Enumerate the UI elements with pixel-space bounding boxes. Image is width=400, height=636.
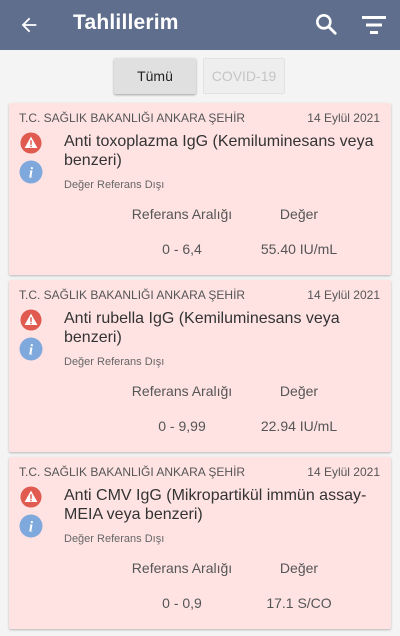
range-header: Referans Aralığı (131, 560, 233, 576)
status-label: Değer Referans Dışı (64, 356, 165, 368)
search-button[interactable] (313, 11, 339, 37)
arrow-left-icon (21, 17, 37, 33)
warning-icon (20, 132, 42, 154)
warning-icon (20, 486, 42, 508)
result-card[interactable]: T.C. SAĞLIK BAKANLIĞI ANKARA ŞEHİR 14 Ey… (9, 103, 391, 275)
value-header: Değer (279, 206, 319, 222)
date-label: 14 Eylül 2021 (307, 465, 380, 479)
institution-label: T.C. SAĞLIK BAKANLIĞI ANKARA ŞEHİR (19, 288, 246, 302)
app-bar: Tahlillerim (0, 0, 400, 50)
date-label: 14 Eylül 2021 (307, 111, 380, 125)
result-value: 55.40 IU/mL (260, 241, 338, 257)
value-header: Değer (279, 560, 319, 576)
filter-tab-covid[interactable]: COVID-19 (203, 58, 285, 94)
range-value: 0 - 9,99 (158, 418, 206, 434)
info-icon[interactable]: i (19, 337, 43, 361)
info-icon[interactable]: i (19, 514, 43, 538)
test-name: Anti CMV IgG (Mikropartikül immün assay-… (64, 487, 367, 523)
range-header: Referans Aralığı (131, 206, 233, 222)
result-card[interactable]: T.C. SAĞLIK BAKANLIĞI ANKARA ŞEHİR 14 Ey… (9, 457, 391, 629)
filter-icon (362, 16, 386, 34)
search-icon (316, 14, 337, 35)
range-header: Referans Aralığı (131, 383, 233, 399)
test-name: Anti toxoplazma IgG (Kemiluminesans veya… (64, 133, 374, 169)
test-name: Anti rubella IgG (Kemiluminesans veya be… (64, 310, 340, 346)
range-value: 0 - 0,9 (162, 595, 202, 611)
status-label: Değer Referans Dışı (64, 179, 165, 191)
filter-tab-all[interactable]: Tümü (114, 58, 196, 94)
back-button[interactable] (16, 12, 42, 38)
status-label: Değer Referans Dışı (64, 533, 165, 545)
result-card[interactable]: T.C. SAĞLIK BAKANLIĞI ANKARA ŞEHİR 14 Ey… (9, 280, 391, 452)
value-header: Değer (279, 383, 319, 399)
result-value: 22.94 IU/mL (260, 418, 338, 434)
warning-icon (20, 309, 42, 331)
institution-label: T.C. SAĞLIK BAKANLIĞI ANKARA ŞEHİR (19, 465, 246, 479)
page-title: Tahlillerim (73, 11, 179, 34)
range-value: 0 - 6,4 (162, 241, 202, 257)
info-icon[interactable]: i (19, 160, 43, 184)
institution-label: T.C. SAĞLIK BAKANLIĞI ANKARA ŞEHİR (19, 111, 246, 125)
date-label: 14 Eylül 2021 (307, 288, 380, 302)
filter-button[interactable] (360, 12, 388, 38)
result-value: 17.1 S/CO (266, 595, 332, 611)
